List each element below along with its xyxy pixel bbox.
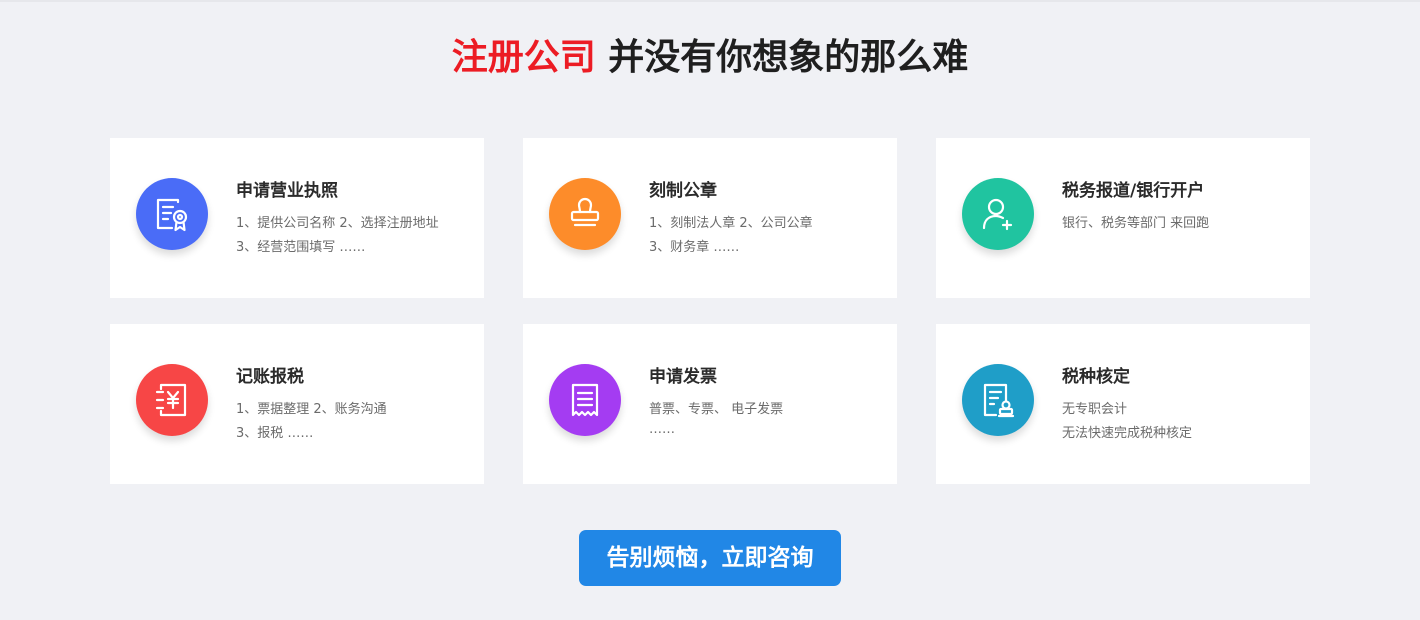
page-title-highlight: 注册公司 <box>451 37 596 78</box>
service-title: 税种核定 <box>1062 367 1130 387</box>
service-desc-line-1: 1、提供公司名称 2、选择注册地址 <box>236 216 439 231</box>
service-desc-line-1: 1、刻制法人章 2、公司公章 <box>649 216 813 231</box>
service-desc-line-1: 无专职会计 <box>1062 402 1128 417</box>
service-icon-circle <box>962 178 1034 250</box>
page-title: 注册公司 并没有你想象的那么难 <box>0 32 1420 84</box>
service-card-business-license[interactable]: 申请营业执照 1、提供公司名称 2、选择注册地址 3、经营范围填写 …… <box>110 138 484 298</box>
service-desc-line-2: …… <box>649 422 675 437</box>
service-icon-circle <box>136 364 208 436</box>
service-card-tax-bank-account[interactable]: 税务报道/银行开户 银行、税务等部门 来回跑 <box>936 138 1310 298</box>
service-card-tax-category-verification[interactable]: 税种核定 无专职会计 无法快速完成税种核定 <box>936 324 1310 484</box>
service-desc-line-1: 1、票据整理 2、账务沟通 <box>236 402 387 417</box>
service-desc-line-2: 无法快速完成税种核定 <box>1062 426 1193 441</box>
service-title: 申请发票 <box>649 367 717 387</box>
service-title: 税务报道/银行开户 <box>1062 181 1205 201</box>
service-title: 刻制公章 <box>649 181 717 201</box>
service-desc-line-2: 3、经营范围填写 …… <box>236 240 366 255</box>
top-divider <box>0 0 1420 2</box>
service-desc-line-1: 银行、税务等部门 来回跑 <box>1062 216 1210 231</box>
service-desc-line-2: 3、报税 …… <box>236 426 314 441</box>
license-certificate-icon <box>156 198 188 232</box>
user-add-icon <box>982 198 1013 231</box>
service-card-bookkeeping-tax[interactable]: 记账报税 1、票据整理 2、账务沟通 3、报税 …… <box>110 324 484 484</box>
service-desc-line-1: 普票、专票、 电子发票 <box>649 402 784 417</box>
service-title: 记账报税 <box>236 367 304 387</box>
service-card-company-seal[interactable]: 刻制公章 1、刻制法人章 2、公司公章 3、财务章 …… <box>523 138 897 298</box>
service-card-invoice-application[interactable]: 申请发票 普票、专票、 电子发票 …… <box>523 324 897 484</box>
yuan-ledger-icon <box>155 383 187 417</box>
tax-document-stamp-icon <box>983 383 1015 418</box>
service-desc-line-2: 3、财务章 …… <box>649 240 740 255</box>
service-icon-circle <box>136 178 208 250</box>
invoice-receipt-icon <box>571 383 599 417</box>
service-icon-circle <box>962 364 1034 436</box>
service-icon-circle <box>549 364 621 436</box>
consult-now-button[interactable]: 告别烦恼，立即咨询 <box>579 530 841 586</box>
service-icon-circle <box>549 178 621 250</box>
page-title-rest: 并没有你想象的那么难 <box>595 37 969 78</box>
service-title: 申请营业执照 <box>236 181 338 201</box>
stamp-icon <box>570 197 600 227</box>
